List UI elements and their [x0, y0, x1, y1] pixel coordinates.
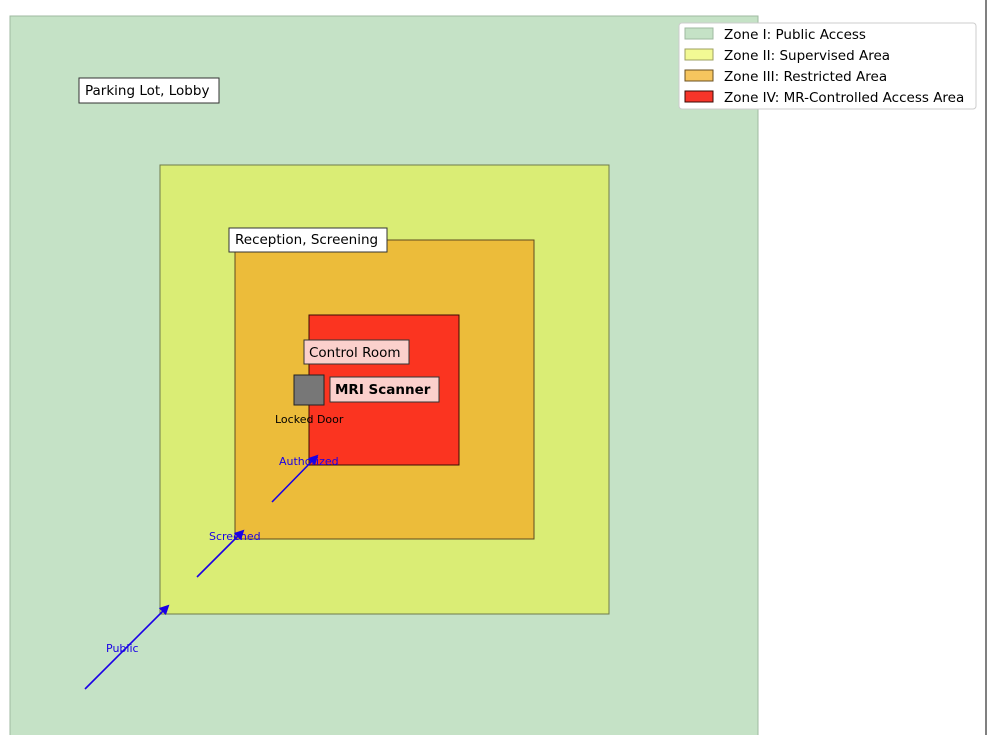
- public-arrow-label: Public: [106, 642, 139, 655]
- svg-text:Reception, Screening: Reception, Screening: [235, 232, 378, 248]
- svg-text:Parking Lot, Lobby: Parking Lot, Lobby: [85, 83, 209, 99]
- mri-zone-diagram: Parking Lot, Lobby Reception, Screening …: [9, 0, 987, 735]
- svg-text:MRI Scanner: MRI Scanner: [335, 382, 431, 398]
- svg-text:Zone III: Restricted Area: Zone III: Restricted Area: [724, 69, 887, 85]
- locked-door-label: Locked Door: [275, 413, 344, 426]
- svg-text:Control Room: Control Room: [309, 345, 401, 361]
- zone-1-label: Parking Lot, Lobby: [78, 77, 220, 104]
- legend-item-zone-4: Zone IV: MR-Controlled Access Area: [684, 90, 964, 106]
- svg-text:Zone II: Supervised Area: Zone II: Supervised Area: [724, 48, 890, 64]
- zone-3-label: Reception, Screening: [228, 227, 388, 253]
- svg-text:Zone IV: MR-Controlled Access: Zone IV: MR-Controlled Access Area: [724, 90, 964, 106]
- screened-arrow-label: Screened: [209, 530, 261, 543]
- mri-scanner-label: MRI Scanner: [329, 376, 440, 403]
- legend: Zone I: Public Access Zone II: Supervise…: [678, 22, 977, 110]
- control-room-label: Control Room: [303, 339, 410, 365]
- authorized-arrow-label: Authorized: [279, 455, 339, 468]
- svg-text:Zone I: Public Access: Zone I: Public Access: [724, 27, 866, 43]
- locked-door-square: [293, 374, 325, 406]
